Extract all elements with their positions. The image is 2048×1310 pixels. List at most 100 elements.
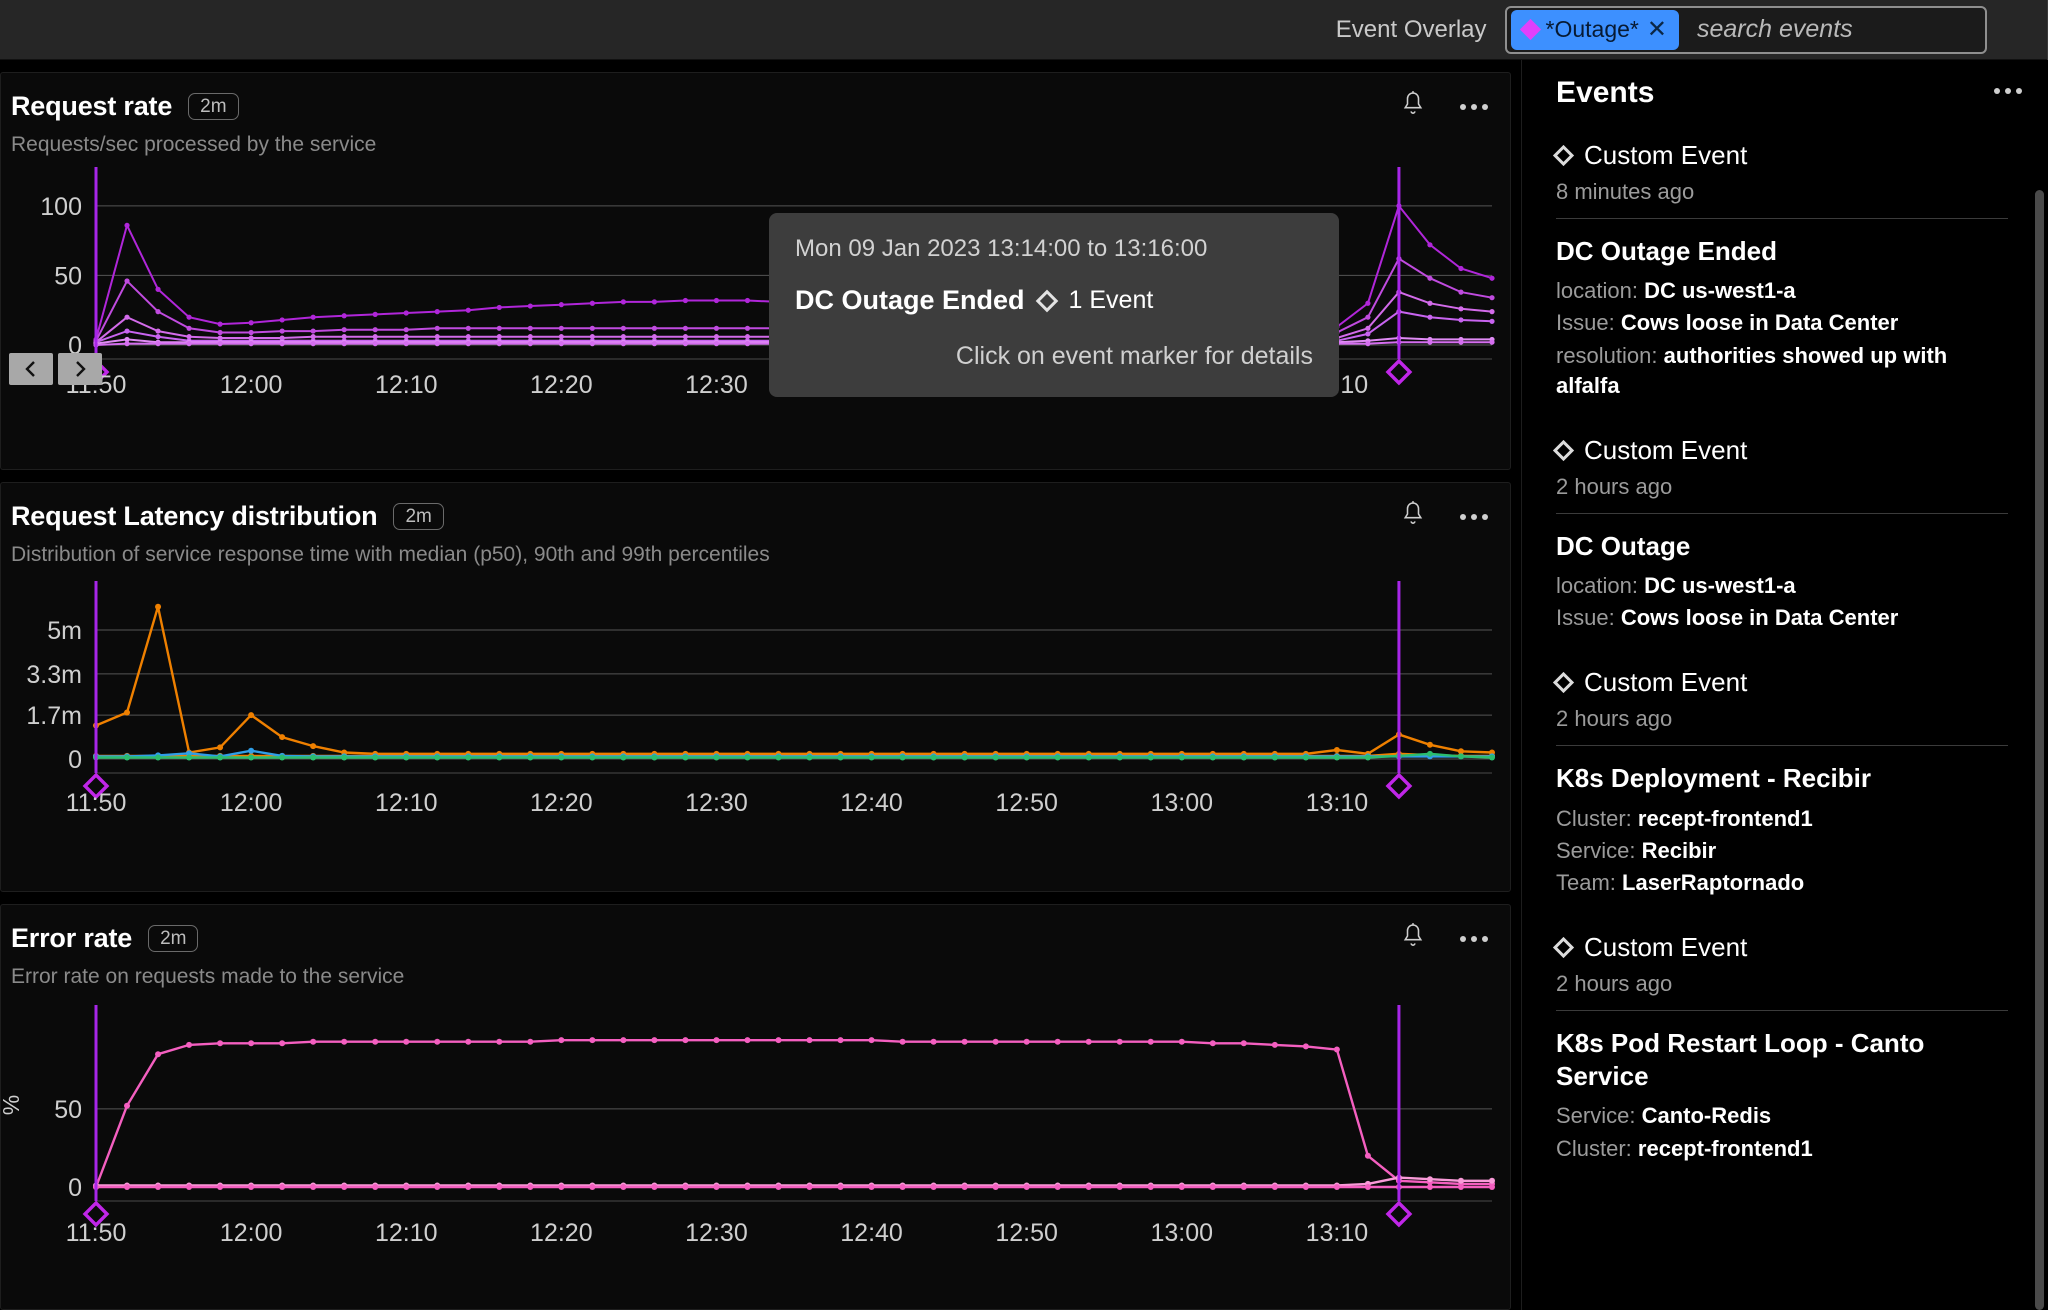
event-field: Team: LaserRaptornado	[1556, 868, 2008, 898]
svg-text:%: %	[1, 1095, 24, 1115]
event-timestamp: 2 hours ago	[1556, 706, 1673, 732]
svg-text:12:10: 12:10	[375, 371, 438, 399]
event-type-label: Custom Event	[1584, 434, 1748, 465]
event-name: DC Outage	[1556, 530, 1691, 561]
svg-text:3.3m: 3.3m	[26, 661, 82, 689]
interval-badge: 2m	[148, 925, 199, 952]
event-search-box[interactable]: *Outage* ✕	[1504, 5, 1987, 54]
more-options-icon[interactable]	[1994, 88, 2022, 94]
chip-label: *Outage*	[1545, 16, 1639, 42]
events-header: Events	[1522, 76, 2048, 110]
bell-icon[interactable]	[1402, 923, 1424, 954]
page-title: Error rate	[11, 923, 133, 953]
events-list[interactable]: Custom Event 8 minutes ago DC Outage Ended…	[1522, 140, 2048, 1290]
event-field-value: Cows loose in Data Center	[1620, 605, 1899, 631]
event-overlay-label: Event Overlay	[1335, 15, 1487, 43]
events-panel-title: Events	[1556, 76, 1655, 109]
svg-text:12:20: 12:20	[530, 371, 593, 399]
list-item[interactable]: Custom Event 2 hours ago K8s Deployment - …	[1552, 667, 2008, 898]
chart-nav-buttons	[9, 353, 102, 385]
page-title: Request Latency distribution	[11, 501, 378, 531]
svg-text:12:50: 12:50	[995, 789, 1058, 817]
event-type-label: Custom Event	[1584, 140, 1748, 170]
event-name: K8s Pod Restart Loop - Canto Service	[1556, 1027, 1925, 1092]
panel-subtitle: Error rate on requests made to the servi…	[11, 965, 405, 988]
svg-text:12:50: 12:50	[995, 1219, 1058, 1247]
next-button[interactable]	[58, 353, 102, 385]
event-timestamp: 2 hours ago	[1556, 473, 1673, 499]
tooltip-event-count: 1 Event	[1068, 286, 1154, 314]
svg-text:0: 0	[68, 1174, 82, 1202]
svg-text:12:00: 12:00	[220, 1219, 283, 1247]
panel-header: Error rate 2m Error rate on requests mad…	[1, 905, 1510, 989]
outage-filter-chip[interactable]: *Outage* ✕	[1510, 9, 1679, 50]
chart-request-latency[interactable]: 0 1.7m 3.3m 5m 11:50 12:00 12:10 12:20 12:30 12:4…	[1, 567, 1510, 827]
svg-text:13:00: 13:00	[1150, 1219, 1213, 1247]
panel-error-rate: Error rate 2m Error rate on requests mad…	[0, 904, 1511, 1310]
event-field: resolution: authorities showed up with a…	[1556, 341, 2008, 401]
event-field-key: location:	[1556, 573, 1638, 599]
top-bar: Event Overlay *Outage* ✕	[0, 0, 2048, 60]
event-field-key: Cluster:	[1556, 1135, 1632, 1161]
svg-text:12:40: 12:40	[840, 789, 903, 817]
bell-icon[interactable]	[1402, 91, 1424, 122]
svg-text:1.7m: 1.7m	[26, 702, 82, 730]
event-name: DC Outage Ended	[1556, 236, 1778, 266]
event-field-value: Recibir	[1641, 837, 1717, 863]
svg-text:12:40: 12:40	[840, 1219, 903, 1247]
svg-text:13:00: 13:00	[1150, 789, 1213, 817]
tooltip-event-title: DC Outage Ended	[795, 285, 1025, 315]
prev-button[interactable]	[9, 353, 53, 385]
more-options-icon[interactable]	[1460, 103, 1488, 110]
svg-text:12:00: 12:00	[220, 789, 283, 817]
event-type-label: Custom Event	[1584, 667, 1748, 698]
event-field: Cluster: recept-frontend1	[1556, 804, 2008, 834]
svg-text:12:30: 12:30	[685, 789, 748, 817]
panel-subtitle: Requests/sec processed by the service	[11, 133, 377, 156]
divider	[1556, 218, 2008, 219]
event-type-row: Custom Event	[1552, 931, 2008, 963]
event-field-key: Issue:	[1556, 310, 1615, 336]
more-options-icon[interactable]	[1460, 935, 1488, 942]
diamond-icon	[1552, 936, 1575, 959]
event-field-value: recept-frontend1	[1637, 805, 1813, 831]
event-overlay-controls: Event Overlay *Outage* ✕	[1335, 0, 2048, 60]
event-type-row: Custom Event	[1552, 667, 2008, 698]
event-field: Service: Recibir	[1556, 836, 2008, 866]
event-timestamp: 2 hours ago	[1556, 970, 1673, 996]
event-timestamp: 8 minutes ago	[1556, 179, 1695, 204]
event-field: Issue: Cows loose in Data Center	[1556, 603, 2008, 633]
event-field-value: recept-frontend1	[1637, 1135, 1813, 1161]
charts-column: Request rate 2m Requests/sec processed b…	[0, 60, 1521, 1310]
interval-badge: 2m	[188, 93, 239, 120]
svg-text:12:10: 12:10	[375, 1219, 438, 1247]
search-input[interactable]	[1679, 15, 1979, 44]
more-options-icon[interactable]	[1460, 513, 1488, 520]
event-field: Issue: Cows loose in Data Center	[1556, 308, 2008, 338]
event-field-value: DC us-west1-a	[1644, 278, 1796, 304]
list-item[interactable]: Custom Event 2 hours ago K8s Pod Restart L…	[1552, 931, 2008, 1164]
close-icon[interactable]: ✕	[1647, 17, 1667, 42]
diamond-icon	[1552, 439, 1575, 461]
tooltip-time-range: Mon 09 Jan 2023 13:14:00 to 13:16:00	[795, 235, 1208, 262]
event-type-label: Custom Event	[1584, 931, 1748, 962]
chart-error-rate[interactable]: 0 50 11:50 12:00 12:10 12:20 12:30 12:40 12:50 13…	[1, 989, 1510, 1257]
diamond-icon	[1552, 672, 1575, 694]
tooltip-hint: Click on event marker for details	[955, 342, 1313, 370]
page-title: Request rate	[11, 91, 173, 121]
panel-request-rate: Request rate 2m Requests/sec processed b…	[0, 72, 1511, 470]
divider	[1556, 745, 2008, 747]
bell-icon[interactable]	[1402, 501, 1424, 532]
svg-text:13:10: 13:10	[1306, 1219, 1369, 1247]
event-field-value: LaserRaptornado	[1622, 869, 1805, 895]
svg-text:5m: 5m	[47, 617, 82, 645]
event-field-value: DC us-west1-a	[1644, 573, 1796, 599]
event-field-key: Service:	[1556, 1103, 1636, 1129]
event-field-value: Canto-Redis	[1641, 1103, 1772, 1129]
events-scrollbar[interactable]	[2035, 190, 2044, 1310]
list-item[interactable]: Custom Event 8 minutes ago DC Outage Ended…	[1552, 140, 2008, 401]
list-item[interactable]: Custom Event 2 hours ago DC Outage location…	[1552, 434, 2008, 634]
divider	[1556, 1009, 2008, 1011]
panel-header: Request Latency distribution 2m Distribu…	[1, 483, 1510, 567]
diamond-icon	[1519, 18, 1541, 41]
